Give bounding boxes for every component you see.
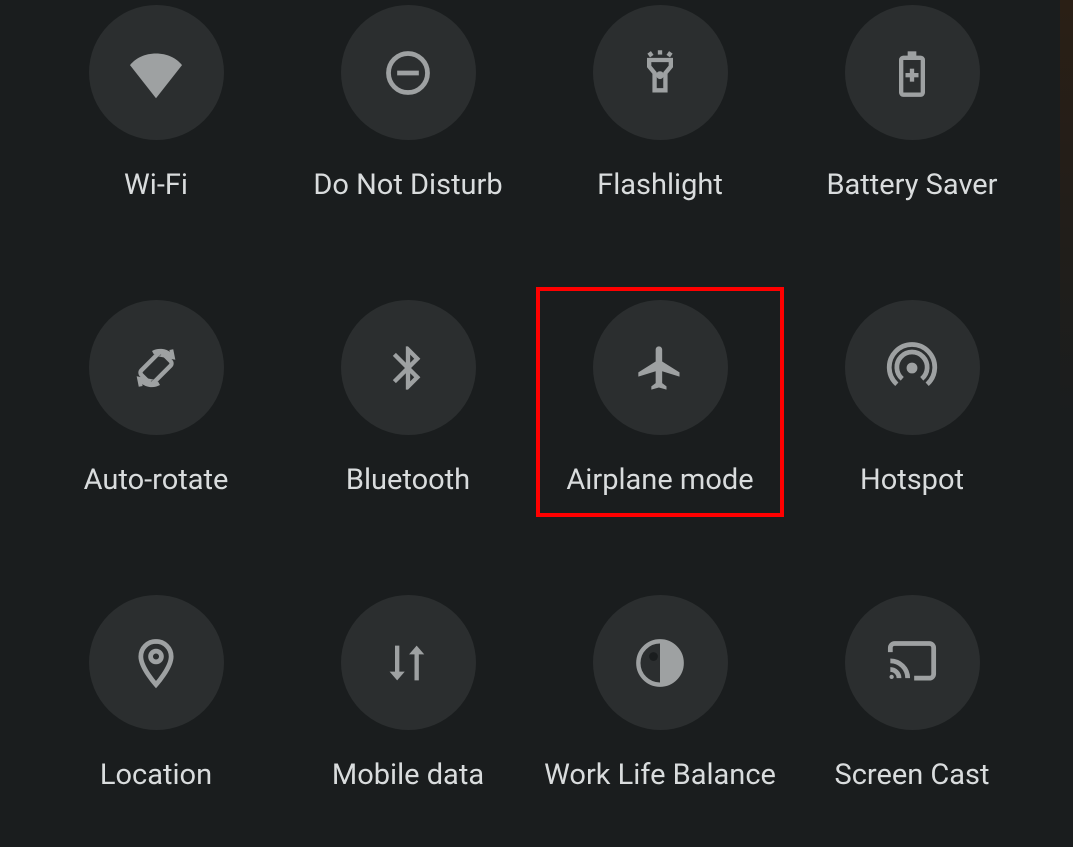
airplane-icon bbox=[634, 342, 686, 394]
tile-flashlight-circle bbox=[593, 5, 728, 140]
tile-auto-rotate-circle bbox=[89, 300, 224, 435]
tile-airplane-mode-label: Airplane mode bbox=[566, 463, 753, 497]
hotspot-icon bbox=[886, 342, 938, 394]
tile-hotspot-circle bbox=[845, 300, 980, 435]
tile-location-circle bbox=[89, 595, 224, 730]
tile-work-life-balance-label: Work Life Balance bbox=[544, 758, 776, 792]
screen-cast-icon bbox=[886, 637, 938, 689]
tile-wifi-circle bbox=[89, 5, 224, 140]
tile-mobile-data-circle bbox=[341, 595, 476, 730]
quick-settings-panel: Wi-Fi Do Not Disturb bbox=[0, 0, 1060, 847]
tile-bluetooth-circle bbox=[341, 300, 476, 435]
mobile-data-icon bbox=[382, 637, 434, 689]
tile-battery-saver-circle bbox=[845, 5, 980, 140]
tile-airplane-mode-circle bbox=[593, 300, 728, 435]
flashlight-icon bbox=[634, 47, 686, 99]
tile-wifi[interactable]: Wi-Fi bbox=[30, 5, 282, 202]
tile-bluetooth[interactable]: Bluetooth bbox=[282, 300, 534, 497]
tile-work-life-balance-circle bbox=[593, 595, 728, 730]
tile-screen-cast-circle bbox=[845, 595, 980, 730]
tile-location-label: Location bbox=[100, 758, 212, 792]
tiles-grid: Wi-Fi Do Not Disturb bbox=[30, 5, 1030, 792]
tile-mobile-data[interactable]: Mobile data bbox=[282, 595, 534, 792]
tile-dnd-label: Do Not Disturb bbox=[313, 168, 502, 202]
tile-battery-saver-label: Battery Saver bbox=[826, 168, 997, 202]
battery-saver-icon bbox=[886, 47, 938, 99]
tile-work-life-balance[interactable]: Work Life Balance bbox=[534, 595, 786, 792]
tile-hotspot-label: Hotspot bbox=[860, 463, 964, 497]
tile-wifi-label: Wi-Fi bbox=[124, 168, 188, 202]
tile-airplane-mode[interactable]: Airplane mode bbox=[534, 300, 786, 497]
location-icon bbox=[130, 637, 182, 689]
tile-location[interactable]: Location bbox=[30, 595, 282, 792]
auto-rotate-icon bbox=[130, 342, 182, 394]
tile-bluetooth-label: Bluetooth bbox=[346, 463, 470, 497]
tile-dnd[interactable]: Do Not Disturb bbox=[282, 5, 534, 202]
tile-flashlight[interactable]: Flashlight bbox=[534, 5, 786, 202]
wifi-icon bbox=[130, 47, 182, 99]
work-life-balance-icon bbox=[634, 637, 686, 689]
tile-screen-cast-label: Screen Cast bbox=[834, 758, 989, 792]
bluetooth-icon bbox=[382, 342, 434, 394]
tile-screen-cast[interactable]: Screen Cast bbox=[786, 595, 1038, 792]
right-edge-strip bbox=[1060, 0, 1073, 847]
dnd-icon bbox=[382, 47, 434, 99]
tile-battery-saver[interactable]: Battery Saver bbox=[786, 5, 1038, 202]
tile-flashlight-label: Flashlight bbox=[597, 168, 723, 202]
tile-hotspot[interactable]: Hotspot bbox=[786, 300, 1038, 497]
tile-auto-rotate[interactable]: Auto-rotate bbox=[30, 300, 282, 497]
tile-dnd-circle bbox=[341, 5, 476, 140]
tile-auto-rotate-label: Auto-rotate bbox=[84, 463, 229, 497]
tile-mobile-data-label: Mobile data bbox=[332, 758, 484, 792]
